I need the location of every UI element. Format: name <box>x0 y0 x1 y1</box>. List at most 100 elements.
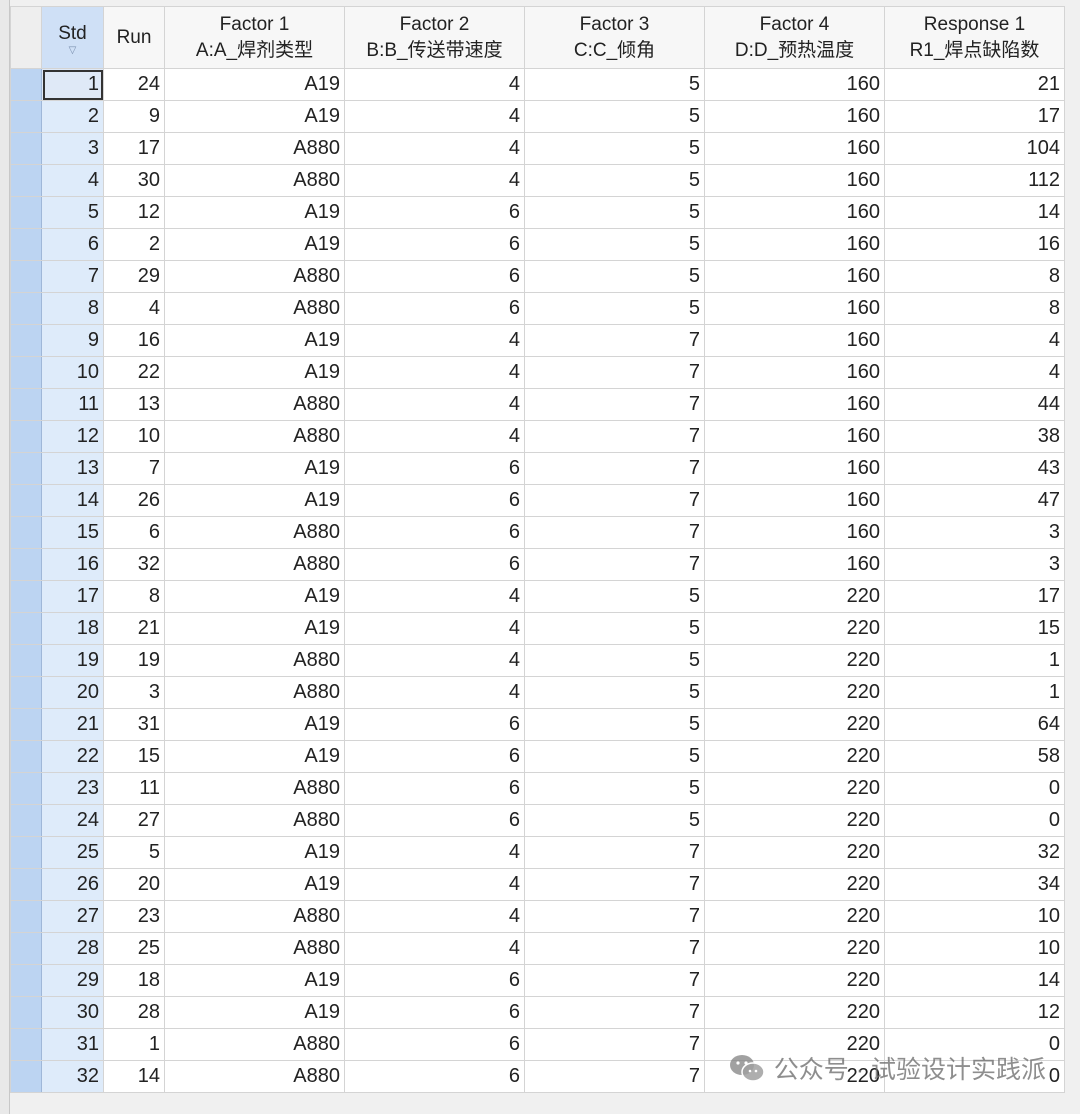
cell-factor-3[interactable]: 5 <box>524 772 705 805</box>
cell-std[interactable]: 28 <box>41 932 104 965</box>
row-selector[interactable] <box>10 1028 42 1061</box>
cell-std[interactable]: 32 <box>41 1060 104 1093</box>
cell-std[interactable]: 13 <box>41 452 104 485</box>
cell-factor-3[interactable]: 5 <box>524 100 705 133</box>
cell-std[interactable]: 17 <box>41 580 104 613</box>
row-selector[interactable] <box>10 260 42 293</box>
row-selector[interactable] <box>10 804 42 837</box>
cell-factor-4[interactable]: 220 <box>704 932 885 965</box>
cell-run[interactable]: 15 <box>103 740 165 773</box>
cell-run[interactable]: 17 <box>103 132 165 165</box>
column-header-factor-2[interactable]: Factor 2 B:B_传送带速度 <box>344 6 525 69</box>
cell-factor-1[interactable]: A19 <box>164 228 345 261</box>
cell-response-1[interactable]: 58 <box>884 740 1065 773</box>
cell-response-1[interactable]: 43 <box>884 452 1065 485</box>
row-selector[interactable] <box>10 196 42 229</box>
row-selector[interactable] <box>10 228 42 261</box>
cell-response-1[interactable]: 17 <box>884 100 1065 133</box>
cell-factor-3[interactable]: 7 <box>524 548 705 581</box>
cell-factor-1[interactable]: A19 <box>164 356 345 389</box>
cell-factor-2[interactable]: 6 <box>344 964 525 997</box>
cell-run[interactable]: 19 <box>103 644 165 677</box>
cell-factor-4[interactable]: 160 <box>704 100 885 133</box>
column-header-response-1[interactable]: Response 1 R1_焊点缺陷数 <box>884 6 1065 69</box>
cell-factor-4[interactable]: 160 <box>704 68 885 101</box>
cell-factor-1[interactable]: A880 <box>164 132 345 165</box>
cell-factor-2[interactable]: 4 <box>344 612 525 645</box>
cell-run[interactable]: 30 <box>103 164 165 197</box>
cell-factor-2[interactable]: 4 <box>344 132 525 165</box>
row-selector-header[interactable] <box>10 6 42 69</box>
cell-std[interactable]: 22 <box>41 740 104 773</box>
cell-factor-1[interactable]: A880 <box>164 1028 345 1061</box>
cell-response-1[interactable]: 8 <box>884 292 1065 325</box>
row-selector[interactable] <box>10 100 42 133</box>
cell-factor-2[interactable]: 6 <box>344 996 525 1029</box>
cell-factor-4[interactable]: 220 <box>704 772 885 805</box>
cell-factor-2[interactable]: 6 <box>344 804 525 837</box>
cell-std[interactable]: 3 <box>41 132 104 165</box>
row-selector[interactable] <box>10 868 42 901</box>
cell-factor-1[interactable]: A880 <box>164 516 345 549</box>
cell-factor-1[interactable]: A880 <box>164 260 345 293</box>
cell-std[interactable]: 31 <box>41 1028 104 1061</box>
cell-response-1[interactable]: 3 <box>884 548 1065 581</box>
cell-response-1[interactable]: 14 <box>884 964 1065 997</box>
cell-factor-2[interactable]: 6 <box>344 740 525 773</box>
cell-factor-3[interactable]: 5 <box>524 580 705 613</box>
cell-factor-1[interactable]: A19 <box>164 708 345 741</box>
cell-factor-4[interactable]: 160 <box>704 356 885 389</box>
cell-run[interactable]: 4 <box>103 292 165 325</box>
cell-run[interactable]: 26 <box>103 484 165 517</box>
cell-factor-1[interactable]: A19 <box>164 68 345 101</box>
cell-factor-4[interactable]: 160 <box>704 516 885 549</box>
cell-factor-4[interactable]: 160 <box>704 260 885 293</box>
cell-factor-1[interactable]: A880 <box>164 932 345 965</box>
cell-response-1[interactable]: 32 <box>884 836 1065 869</box>
cell-factor-1[interactable]: A880 <box>164 548 345 581</box>
cell-response-1[interactable]: 12 <box>884 996 1065 1029</box>
cell-factor-1[interactable]: A880 <box>164 292 345 325</box>
cell-factor-4[interactable]: 220 <box>704 1060 885 1093</box>
cell-factor-4[interactable]: 220 <box>704 580 885 613</box>
row-selector[interactable] <box>10 132 42 165</box>
cell-run[interactable]: 25 <box>103 932 165 965</box>
cell-response-1[interactable]: 17 <box>884 580 1065 613</box>
cell-factor-4[interactable]: 160 <box>704 484 885 517</box>
cell-std[interactable]: 20 <box>41 676 104 709</box>
row-selector[interactable] <box>10 612 42 645</box>
cell-response-1[interactable]: 1 <box>884 676 1065 709</box>
cell-factor-3[interactable]: 7 <box>524 868 705 901</box>
cell-std[interactable]: 27 <box>41 900 104 933</box>
cell-factor-4[interactable]: 220 <box>704 836 885 869</box>
cell-std[interactable]: 12 <box>41 420 104 453</box>
row-selector[interactable] <box>10 772 42 805</box>
row-selector[interactable] <box>10 516 42 549</box>
cell-run[interactable]: 13 <box>103 388 165 421</box>
cell-factor-4[interactable]: 220 <box>704 644 885 677</box>
cell-factor-2[interactable]: 6 <box>344 708 525 741</box>
row-selector[interactable] <box>10 676 42 709</box>
cell-factor-4[interactable]: 220 <box>704 964 885 997</box>
cell-std[interactable]: 23 <box>41 772 104 805</box>
cell-run[interactable]: 11 <box>103 772 165 805</box>
cell-factor-2[interactable]: 4 <box>344 100 525 133</box>
cell-factor-3[interactable]: 7 <box>524 964 705 997</box>
cell-std[interactable]: 9 <box>41 324 104 357</box>
cell-factor-3[interactable]: 5 <box>524 708 705 741</box>
cell-factor-1[interactable]: A880 <box>164 420 345 453</box>
cell-run[interactable]: 2 <box>103 228 165 261</box>
cell-factor-1[interactable]: A880 <box>164 676 345 709</box>
cell-factor-2[interactable]: 4 <box>344 868 525 901</box>
cell-std[interactable]: 19 <box>41 644 104 677</box>
cell-factor-1[interactable]: A19 <box>164 580 345 613</box>
cell-std[interactable]: 26 <box>41 868 104 901</box>
row-selector[interactable] <box>10 836 42 869</box>
cell-std[interactable]: 25 <box>41 836 104 869</box>
cell-factor-4[interactable]: 220 <box>704 996 885 1029</box>
cell-factor-4[interactable]: 220 <box>704 804 885 837</box>
cell-factor-3[interactable]: 5 <box>524 132 705 165</box>
cell-factor-1[interactable]: A19 <box>164 324 345 357</box>
cell-response-1[interactable]: 0 <box>884 772 1065 805</box>
cell-response-1[interactable]: 16 <box>884 228 1065 261</box>
